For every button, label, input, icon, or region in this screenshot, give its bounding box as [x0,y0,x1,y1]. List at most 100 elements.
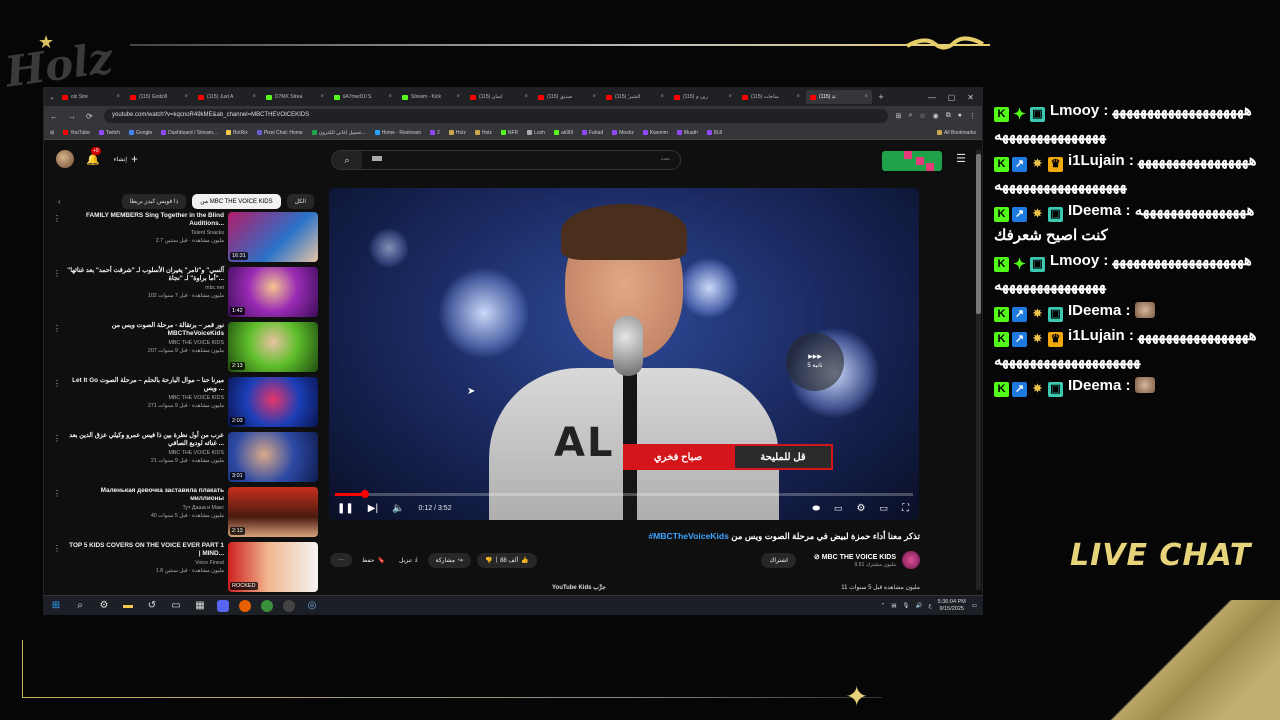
subscribe-button[interactable]: اشتراك [761,552,796,568]
subtitles-icon[interactable]: ▭ [834,503,843,514]
autoplay-toggle[interactable]: ⬬ [812,503,820,514]
youtube-logo[interactable] [882,151,942,171]
settings-icon[interactable]: ⚙ [97,600,111,611]
chat-username[interactable]: Lmooy [1050,102,1099,119]
tab-search-icon[interactable]: ⌄ [48,94,56,101]
chat-username[interactable]: IDeema [1068,202,1121,219]
recommendation-thumbnail[interactable]: 16:31 [228,212,318,262]
settings-gear-icon[interactable]: ⚙ [857,503,866,514]
volume-icon[interactable]: 🔈 [392,503,404,514]
more-options-icon[interactable]: ⋮ [52,432,62,487]
bookmark-item[interactable]: Twitch [98,130,120,136]
bookmark-item[interactable]: Google [129,130,152,136]
download-button[interactable]: تنزيل ⤓ [395,553,422,568]
bookmark-item[interactable]: Muath [676,130,698,136]
bookmark-item[interactable]: Holz [448,130,466,136]
network-icon[interactable]: ▤ [891,603,896,609]
bookmark-item[interactable]: Dashboard / Stream... [161,130,217,136]
bookmark-item[interactable]: تحميل اغاني الكترون... [311,130,366,136]
like-count[interactable]: 88 ألف [500,557,518,564]
mic-icon[interactable]: 🎙 [903,603,910,609]
bookmark-item[interactable]: Pixel Chat: Home [256,130,303,136]
browser-tab[interactable]: صديق (115) × [534,90,600,104]
more-options-icon[interactable]: ⋮ [52,322,62,377]
terminal-icon[interactable]: ▭ [169,600,183,611]
recommendation-thumbnail[interactable]: 2:03 [228,377,318,427]
close-tab-icon[interactable]: × [184,94,188,100]
bookmark-star-icon[interactable]: ☆ [919,112,925,120]
recommendation-item[interactable]: ⋮ عرب من أول نظرة بين ذا فيس عمرو وكيلي ع… [52,432,318,487]
discord-icon[interactable] [217,599,229,612]
firefox-icon[interactable] [239,599,251,612]
account-avatar[interactable] [56,150,74,168]
recommendation-title[interactable]: Маленькая девочка заставила плакать милл… [66,487,224,503]
browser-tab[interactable]: (115) تذ × [806,90,872,104]
grid-app-icon[interactable]: ▦ [193,600,207,611]
bookmark-item[interactable]: 8L8 [706,130,722,136]
more-options-icon[interactable]: ⋮ [52,487,62,542]
search-icon[interactable]: ⌕ [332,151,362,169]
chip-from-channel[interactable]: من MBC THE VOICE KIDS [192,193,281,209]
minimize-button[interactable]: — [928,93,936,102]
recommendation-title[interactable]: FAMILY MEMBERS Sing Together in the Blin… [66,212,224,228]
bookmark-item[interactable]: Lozh [527,130,545,136]
browser-tab[interactable]: D7MX Strea × [262,90,328,104]
recommendation-item[interactable]: ⋮ Let It Go ميرنا حنا – موال البارحة بالح… [52,377,318,432]
more-actions-button[interactable]: ··· [330,553,352,567]
close-tab-icon[interactable]: × [864,94,868,100]
close-tab-icon[interactable]: × [456,94,460,100]
url-field[interactable]: youtube.com/watch?v=kqcnoR49kME&ab_chann… [104,109,888,123]
recommendation-channel[interactable]: MBC THE VOICE KIDS [66,450,224,456]
more-options-icon[interactable]: ⋮ [52,542,62,597]
reload-button[interactable]: ⟳ [86,112,96,121]
browser-tab[interactable]: olz Stre × [58,90,124,104]
more-options-icon[interactable]: ⋮ [52,377,62,432]
chat-username[interactable]: IDeema [1068,302,1121,319]
chrome-icon[interactable] [261,599,273,612]
speaker-icon[interactable]: 🔊 [916,603,923,609]
keyboard-icon[interactable] [372,156,382,161]
close-tab-icon[interactable]: × [320,94,324,100]
recommendation-item[interactable]: ⋮ TOP 5 KIDS COVERS ON THE VOICE EVER PAR… [52,542,318,597]
bookmark-item[interactable]: Fahad [581,130,603,136]
channel-avatar[interactable] [902,551,920,569]
bookmark-item[interactable]: Kwemm [642,130,668,136]
notifications-bell-icon[interactable]: 🔔 +9 [86,146,101,166]
bookmark-item[interactable]: BotRix [226,130,248,136]
hamburger-menu-icon[interactable]: ☰ [956,152,966,165]
extensions-icon[interactable]: ⧉ [946,112,951,120]
search-input[interactable]: بحث [362,151,680,169]
youtube-kids-promo[interactable]: YouTube Kids جرِّب [552,584,606,591]
recommendation-channel[interactable]: Тут Даша и Макс [66,505,224,511]
close-tab-icon[interactable]: × [116,94,120,100]
new-tab-button[interactable]: + [874,92,888,102]
search-icon[interactable]: ⌕ [73,600,87,611]
chevron-left-icon[interactable]: ‹ [52,197,61,206]
tray-chevron-icon[interactable]: ⌃ [881,603,886,609]
steam-icon[interactable]: ◎ [305,600,319,611]
browser-tab[interactable]: (115) زين م × [670,90,736,104]
recommendation-channel[interactable]: MBC THE VOICE KIDS [66,340,224,346]
close-tab-icon[interactable]: × [660,94,664,100]
browser-tab[interactable]: (115) Godzill × [126,90,192,104]
recommendation-thumbnail[interactable]: 3:01 [228,432,318,482]
recommendation-item[interactable]: ⋮ نور قمر – برتقالة - مرحلة الصوت ويس من … [52,322,318,377]
bookmark-item[interactable]: NFR [500,130,518,136]
close-window-button[interactable]: ✕ [967,93,974,102]
close-tab-icon[interactable]: × [252,94,256,100]
file-explorer-icon[interactable]: ▬ [121,600,135,611]
recommendation-item[interactable]: ⋮ "آلسي" و"ثامر" يغيران الأسلوب لـ "شرقت … [52,267,318,322]
recommendation-thumbnail[interactable]: 1:42 [228,267,318,317]
recommendation-thumbnail[interactable]: ROCKED [228,542,318,592]
recommendation-title[interactable]: TOP 5 KIDS COVERS ON THE VOICE EVER PART… [66,542,224,558]
recommendation-channel[interactable]: Talent Snacks [66,230,224,236]
language-indicator[interactable]: ع [928,603,931,609]
browser-tab[interactable]: Stream - Kick × [398,90,464,104]
clock[interactable]: 5:36:04 PM 9/15/2025 [938,599,966,613]
scrollbar-thumb[interactable] [976,154,981,314]
save-button[interactable]: حفظ 🔖 [358,553,389,568]
zoom-icon[interactable]: ⌕ [908,112,912,120]
close-tab-icon[interactable]: × [796,94,800,100]
profile-icon[interactable]: ● [958,112,962,120]
start-windows-icon[interactable]: ⊞ [49,600,63,611]
